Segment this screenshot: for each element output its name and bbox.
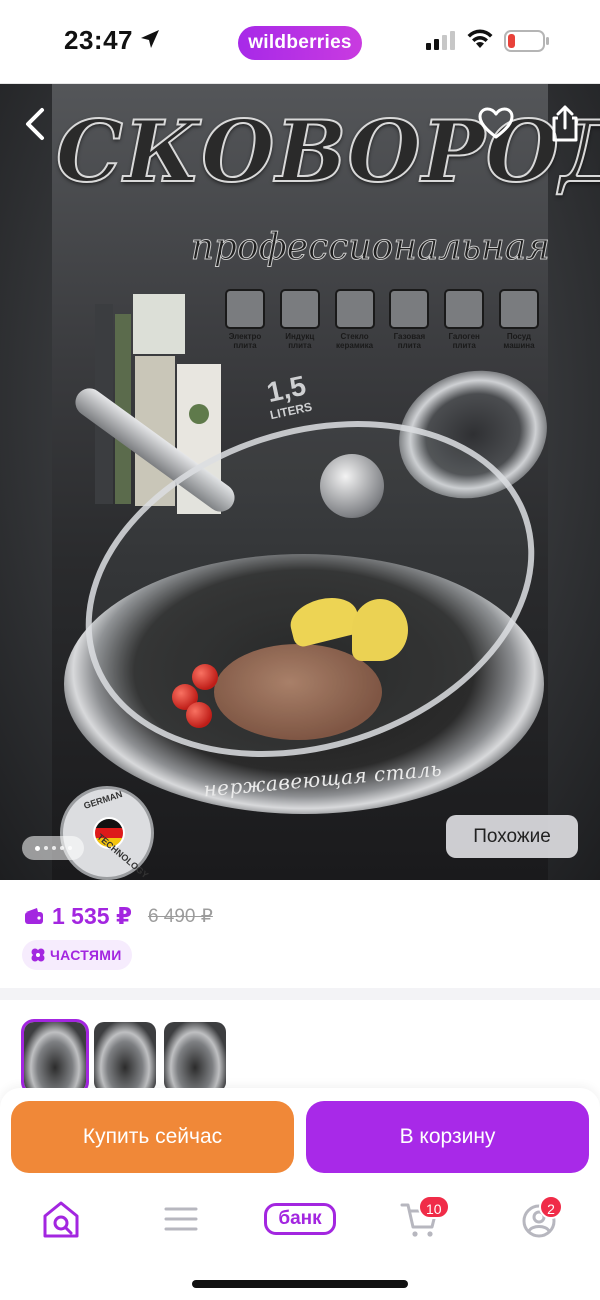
back-chevron-icon[interactable]: [18, 102, 54, 146]
menu-icon[interactable]: [156, 1196, 206, 1242]
installments-badge[interactable]: ЧАСТЯМИ: [22, 940, 132, 970]
glass-ceramic-icon: [334, 289, 375, 329]
pager-dot: [43, 846, 48, 850]
price-row: 1 535 ₽ 6 490 ₽: [24, 898, 213, 934]
battery-low-icon: [504, 30, 549, 52]
installments-label: ЧАСТЯМИ: [50, 947, 122, 963]
home-search-icon[interactable]: [36, 1196, 86, 1242]
german-technology-badge: GERMAN TECHNOLOGY: [60, 786, 154, 880]
cooktop-compatibility-row: Электро плита Индукц плита Стекло керами…: [222, 289, 542, 350]
image-pager-dots[interactable]: [22, 836, 84, 860]
feature-label: Индукц плита: [285, 332, 315, 350]
add-to-cart-button[interactable]: В корзину: [306, 1101, 589, 1173]
wifi-icon: [467, 29, 493, 48]
thumbnail-image[interactable]: [21, 1019, 89, 1095]
installments-icon: [31, 948, 45, 962]
pager-dot: [59, 846, 64, 850]
feature-label: Электро плита: [228, 332, 262, 350]
feature-induction: Индукц плита: [277, 289, 323, 350]
old-price: 6 490 ₽: [147, 905, 213, 927]
lid-knob-image: [320, 454, 384, 518]
electric-stove-icon: [225, 289, 265, 329]
feature-dishwasher: Посуд машина: [496, 289, 542, 350]
status-bar: 23:47 wildberries: [0, 0, 600, 84]
feature-label: Газовая плита: [393, 332, 426, 350]
pager-dot: [34, 845, 40, 851]
bank-button[interactable]: банк: [264, 1203, 336, 1235]
feature-electric: Электро плита: [222, 289, 268, 350]
poster-subtitle: профессиональная: [190, 227, 550, 269]
brand-logo: wildberries: [238, 26, 362, 60]
current-price: 1 535 ₽: [52, 902, 132, 929]
poster-title: СКОВОРОДА: [55, 101, 600, 202]
home-indicator[interactable]: [192, 1280, 408, 1288]
cart-count-badge: 10: [418, 1195, 450, 1219]
similar-button[interactable]: Похожие: [446, 815, 578, 858]
gas-stove-icon: [389, 289, 430, 329]
status-time: 23:47: [64, 25, 133, 55]
heart-icon[interactable]: [478, 106, 514, 142]
feature-label: Стекло керамика: [336, 332, 374, 350]
share-icon[interactable]: [548, 104, 582, 144]
feature-label: Галоген плита: [448, 332, 480, 350]
thumbnail-image[interactable]: [164, 1022, 226, 1092]
buy-now-button[interactable]: Купить сейчас: [11, 1101, 294, 1173]
profile-notification-badge: 2: [539, 1195, 563, 1219]
feature-ceramic: Стекло керамика: [332, 289, 378, 350]
wallet-icon: [25, 908, 43, 924]
pager-dot: [67, 846, 72, 850]
halogen-stove-icon: [444, 289, 485, 329]
section-divider: [0, 988, 600, 1000]
product-image[interactable]: СКОВОРОДА профессиональная Электро плита…: [0, 84, 600, 880]
feature-gas: Газовая плита: [386, 289, 432, 350]
badge-text-top: GERMAN: [82, 789, 124, 811]
thumbnail-image[interactable]: [94, 1022, 156, 1092]
signal-icon: [426, 31, 455, 50]
feature-label: Посуд машина: [503, 332, 535, 350]
feature-halogen: Галоген плита: [441, 289, 487, 350]
induction-stove-icon: [279, 289, 320, 329]
pager-dot: [51, 846, 56, 850]
dishwasher-icon: [498, 289, 539, 329]
location-arrow-icon: [141, 30, 159, 48]
